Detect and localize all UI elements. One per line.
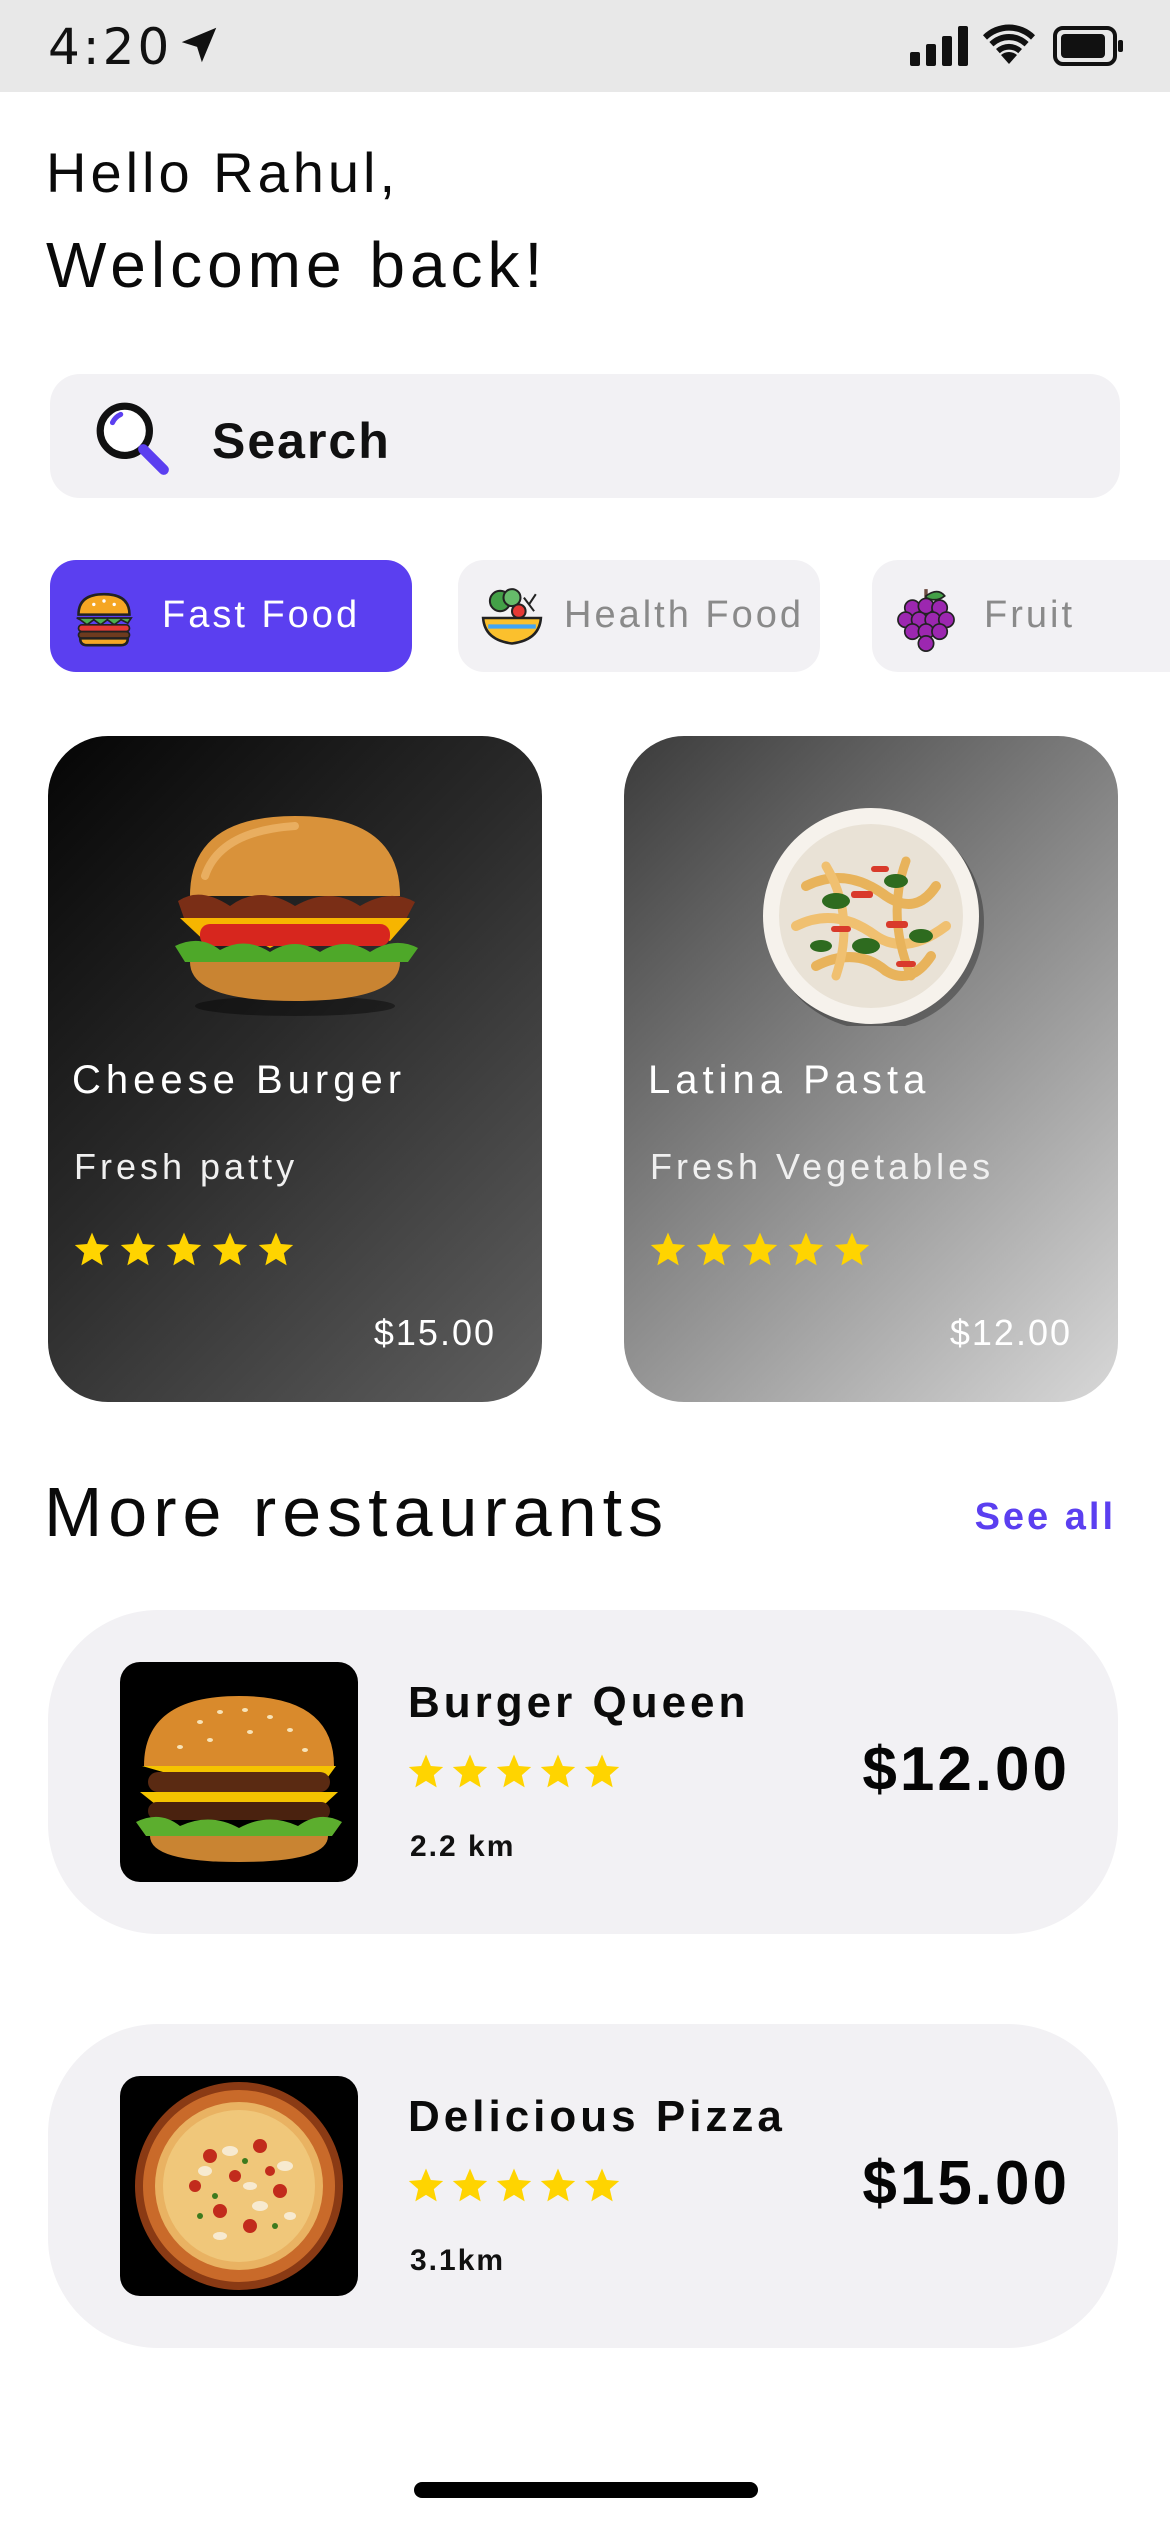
star-icon: [584, 1754, 620, 1788]
category-chip-fruit[interactable]: Fruit: [872, 560, 1170, 672]
featured-name: Latina Pasta: [648, 1058, 931, 1102]
star-icon: [540, 2168, 576, 2202]
category-label: Fast Food: [162, 594, 361, 636]
burger-image: [136, 1696, 342, 1862]
burger-icon: [76, 592, 133, 647]
see-all-link[interactable]: See all: [975, 1496, 1116, 1539]
star-icon: [212, 1232, 248, 1266]
star-icon: [788, 1232, 824, 1266]
featured-price: $12.00: [949, 1312, 1072, 1353]
salad-bowl-icon: [481, 588, 543, 645]
star-icon: [742, 1232, 778, 1266]
restaurant-price: $15.00: [862, 2149, 1070, 2218]
star-icon: [120, 1232, 156, 1266]
category-chip-health-food[interactable]: Health Food: [458, 560, 820, 672]
search-bar[interactable]: Search: [50, 374, 1120, 498]
star-icon: [650, 1232, 686, 1266]
star-icon: [496, 2168, 532, 2202]
restaurant-distance: 2.2 km: [410, 1830, 516, 1863]
star-icon: [584, 2168, 620, 2202]
star-icon: [834, 1232, 870, 1266]
featured-card-cheese-burger[interactable]: Cheese Burger Fresh patty $15.00: [48, 736, 542, 1402]
category-chip-fast-food[interactable]: Fast Food: [50, 560, 412, 672]
search-input[interactable]: Search: [212, 412, 391, 470]
grapes-icon: [897, 589, 955, 652]
star-icon: [74, 1232, 110, 1266]
featured-card-latina-pasta[interactable]: Latina Pasta Fresh Vegetables $12.00: [624, 736, 1118, 1402]
rating-stars: [72, 1230, 296, 1270]
battery-icon: [1053, 26, 1123, 66]
status-bar: 4:20: [0, 0, 1170, 92]
star-icon: [540, 1754, 576, 1788]
greeting-name: Hello Rahul,: [46, 141, 400, 204]
cheese-burger-image: [175, 816, 418, 1016]
rating-stars: [406, 2166, 622, 2206]
featured-description: Fresh Vegetables: [650, 1146, 995, 1187]
star-icon: [258, 1232, 294, 1266]
cellular-signal-icon: [910, 26, 968, 66]
star-icon: [452, 2168, 488, 2202]
pasta-plate-image: [763, 808, 984, 1026]
rating-stars: [648, 1230, 872, 1270]
restaurant-name: Burger Queen: [408, 1678, 750, 1727]
restaurant-price: $12.00: [862, 1735, 1070, 1804]
category-label: Fruit: [984, 594, 1075, 636]
restaurant-thumbnail: [120, 2076, 358, 2296]
restaurant-name: Delicious Pizza: [408, 2092, 786, 2141]
star-icon: [408, 1754, 444, 1788]
pizza-image: [135, 2082, 343, 2290]
star-icon: [696, 1232, 732, 1266]
status-time: 4:20: [48, 18, 173, 76]
star-icon: [452, 1754, 488, 1788]
greeting-welcome: Welcome back!: [46, 229, 548, 301]
search-icon: [96, 402, 169, 475]
location-arrow-icon: [181, 27, 217, 63]
restaurant-card-burger-queen[interactable]: Burger Queen 2.2 km $12.00: [48, 1610, 1118, 1934]
section-title-more-restaurants: More restaurants: [44, 1473, 670, 1551]
featured-name: Cheese Burger: [72, 1058, 407, 1102]
star-icon: [496, 1754, 532, 1788]
wifi-icon: [983, 24, 1035, 64]
rating-stars: [406, 1752, 622, 1792]
restaurant-thumbnail: [120, 1662, 358, 1882]
restaurant-distance: 3.1km: [410, 2244, 506, 2277]
home-indicator[interactable]: [414, 2482, 758, 2498]
restaurant-card-delicious-pizza[interactable]: Delicious Pizza 3.1km $15.00: [48, 2024, 1118, 2348]
featured-description: Fresh patty: [74, 1146, 299, 1187]
featured-price: $15.00: [373, 1312, 496, 1353]
star-icon: [166, 1232, 202, 1266]
category-label: Health Food: [564, 594, 805, 636]
star-icon: [408, 2168, 444, 2202]
